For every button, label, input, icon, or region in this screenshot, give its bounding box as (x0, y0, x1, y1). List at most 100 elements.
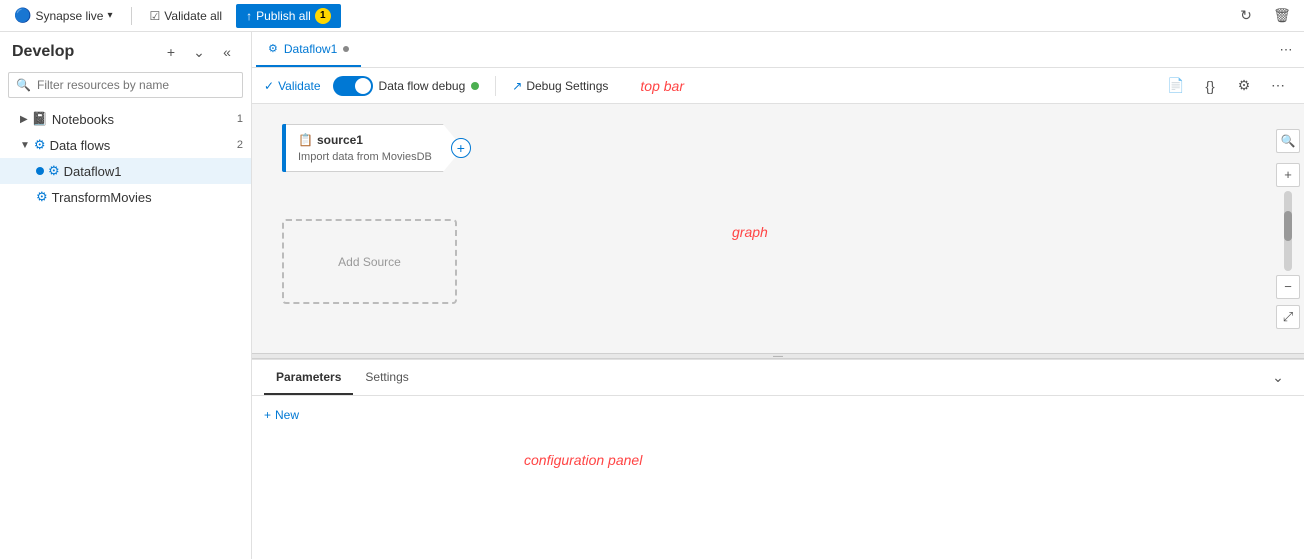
new-parameter-button[interactable]: + New (264, 408, 1292, 422)
add-connection-icon: + (457, 140, 465, 156)
synapse-label: Synapse live (35, 9, 103, 23)
validate-all-button[interactable]: ☑ Validate all (144, 6, 229, 26)
node-body: 📋 source1 Import data from MoviesDB (286, 124, 463, 172)
topbar-annotation: top bar (640, 78, 684, 94)
debug-toggle: Data flow debug (333, 76, 480, 96)
fit-icon: ⤢ (1283, 309, 1293, 325)
zoom-in-button[interactable]: + (1276, 163, 1300, 187)
script-icon: 📄 (1167, 77, 1184, 94)
debug-settings-icon: ↗ (512, 79, 522, 93)
debug-toggle-switch[interactable] (333, 76, 373, 96)
discard-button[interactable]: 🗑 (1268, 2, 1296, 30)
sort-icon: ⌄ (193, 44, 205, 61)
publish-all-button[interactable]: ↑ Publish all 1 (236, 4, 341, 28)
graph-annotation: graph (732, 224, 768, 240)
sidebar-title: Develop (12, 43, 74, 61)
config-annotation: configuration panel (524, 452, 642, 468)
add-source-box[interactable]: Add Source (282, 219, 457, 304)
plus-icon: + (264, 408, 271, 422)
dataflows-icon: ⚙ (34, 137, 46, 153)
settings-button[interactable]: ⚙ (1230, 72, 1258, 100)
debug-status-dot (471, 82, 479, 90)
notebooks-label: Notebooks (52, 112, 114, 127)
validate-check-icon: ✓ (264, 79, 274, 93)
chevron-down-icon: ▾ (107, 10, 112, 21)
more-icon: ⋯ (1271, 77, 1285, 94)
synapse-menu[interactable]: 🔵 Synapse live ▾ (8, 4, 119, 27)
top-bar-right: ↻ 🗑 (1232, 2, 1296, 30)
code-icon: {} (1205, 78, 1214, 94)
toolbar-right: 📄 {} ⚙ ⋯ (1162, 72, 1292, 100)
sidebar: Develop + ⌄ « 🔍 ▶ 📓 Notebooks (0, 32, 252, 559)
dataflow1-tab-label: Dataflow1 (284, 42, 337, 56)
sidebar-actions: + ⌄ « (159, 40, 239, 64)
chevron-right-icon: ▶ (20, 114, 28, 125)
add-resource-button[interactable]: + (159, 40, 183, 64)
bottom-panel-right: ⌄ (1264, 364, 1292, 392)
debug-settings-label: Debug Settings (526, 79, 608, 93)
validate-button[interactable]: ✓ Validate (264, 79, 321, 93)
sidebar-item-dataflows[interactable]: ▼ ⚙ Data flows 2 (0, 132, 251, 158)
collapse-sidebar-button[interactable]: « (215, 40, 239, 64)
debug-settings-button[interactable]: ↗ Debug Settings (512, 79, 608, 93)
sidebar-item-dataflow1[interactable]: ⚙ Dataflow1 (0, 158, 251, 184)
node-accent-bar (282, 124, 286, 172)
script-view-button[interactable]: 📄 (1162, 72, 1190, 100)
publish-label: Publish all (256, 9, 311, 23)
sidebar-item-notebooks[interactable]: ▶ 📓 Notebooks 1 (0, 106, 251, 132)
search-icon: 🔍 (16, 78, 31, 92)
graph-scrollbar[interactable] (1284, 191, 1292, 271)
dataflows-count: 2 (237, 139, 243, 151)
search-icon: 🔍 (1281, 134, 1296, 148)
bottom-panel-content: + New configuration panel (252, 396, 1304, 559)
tab-more-button[interactable]: ⋯ (1272, 36, 1300, 64)
graph-search-button[interactable]: 🔍 (1276, 129, 1300, 153)
tab-dataflow1[interactable]: ⚙ Dataflow1 (256, 32, 361, 67)
validate-toolbar-label: Validate (278, 79, 320, 93)
dataflow1-icon: ⚙ (48, 163, 60, 179)
source-node[interactable]: 📋 source1 Import data from MoviesDB + (282, 124, 463, 172)
node-add-button[interactable]: + (451, 138, 471, 158)
graph-controls: 🔍 + − ⤢ (1276, 129, 1300, 329)
notebooks-icon: 📓 (32, 111, 48, 127)
validate-icon: ☑ (150, 9, 161, 23)
more-tabs-icon: ⋯ (1280, 42, 1293, 58)
tab-settings[interactable]: Settings (353, 360, 420, 395)
search-input[interactable] (8, 72, 243, 98)
tab-parameters[interactable]: Parameters (264, 360, 353, 395)
sidebar-header: Develop + ⌄ « (0, 32, 251, 72)
active-dot (36, 167, 44, 175)
add-source-label: Add Source (338, 255, 401, 269)
fit-view-button[interactable]: ⤢ (1276, 305, 1300, 329)
main-layout: Develop + ⌄ « 🔍 ▶ 📓 Notebooks (0, 32, 1304, 559)
sort-button[interactable]: ⌄ (187, 40, 211, 64)
publish-badge: 1 (315, 8, 331, 24)
collapse-icon: ⌄ (1272, 369, 1284, 386)
collapse-icon: « (223, 44, 231, 60)
validate-label: Validate all (164, 9, 222, 23)
source-node-icon: 📋 (298, 133, 313, 147)
bottom-panel-tabs: Parameters Settings ⌄ (252, 360, 1304, 396)
code-view-button[interactable]: {} (1196, 72, 1224, 100)
search-box: 🔍 (8, 72, 243, 98)
settings-icon: ⚙ (1238, 77, 1251, 94)
toggle-knob (355, 78, 371, 94)
tab-unsaved-dot (343, 46, 349, 52)
zoom-out-icon: − (1284, 279, 1292, 294)
zoom-out-button[interactable]: − (1276, 275, 1300, 299)
dataflow-tab-icon: ⚙ (268, 42, 278, 55)
collapse-panel-button[interactable]: ⌄ (1264, 364, 1292, 392)
bottom-panel: Parameters Settings ⌄ + New configuratio… (252, 359, 1304, 559)
zoom-in-icon: + (1284, 167, 1292, 182)
more-options-button[interactable]: ⋯ (1264, 72, 1292, 100)
toolbar: ✓ Validate Data flow debug ↗ Debug Setti… (252, 68, 1304, 104)
graph-area: 📋 source1 Import data from MoviesDB + Ad… (252, 104, 1304, 353)
dataflow2-icon: ⚙ (36, 189, 48, 205)
node-title: 📋 source1 (298, 133, 432, 147)
sidebar-item-transformmovies[interactable]: ⚙ TransformMovies (0, 184, 251, 210)
chevron-down-icon: ▼ (20, 140, 30, 151)
refresh-button[interactable]: ↻ (1232, 2, 1260, 30)
content-area: ⚙ Dataflow1 ⋯ ✓ Validate Data flow debug (252, 32, 1304, 559)
refresh-icon: ↻ (1240, 7, 1252, 24)
dataflow2-label: TransformMovies (52, 190, 152, 205)
